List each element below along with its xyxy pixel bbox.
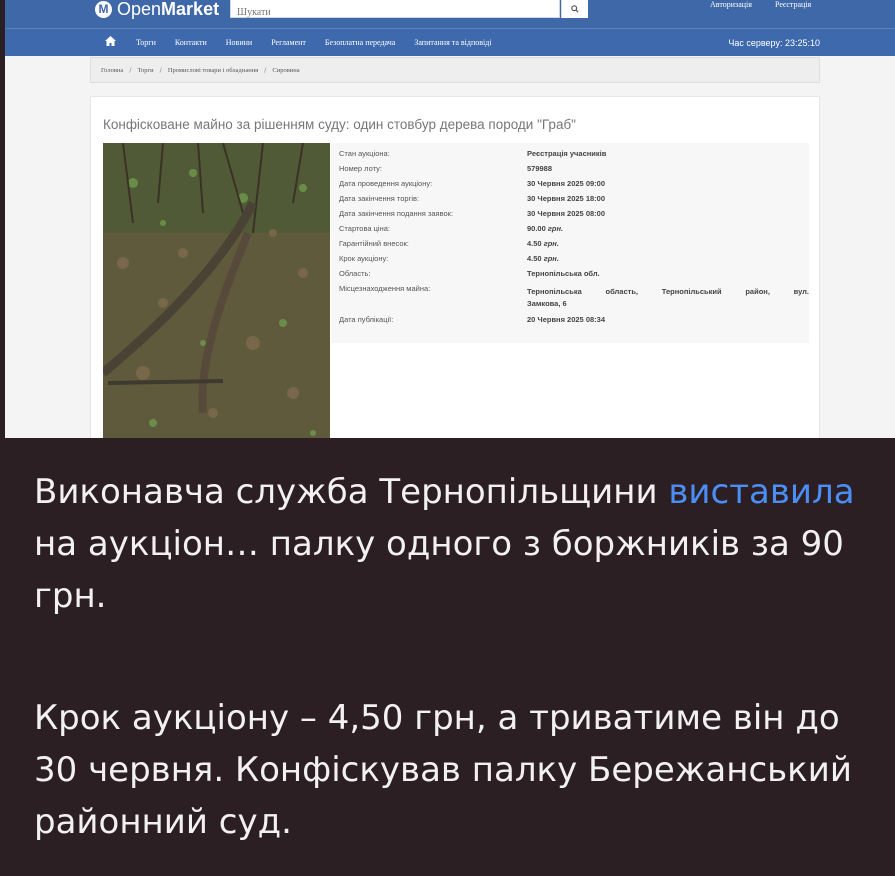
lot-title: Конфісковане майно за рішенням суду: оди… (103, 117, 576, 132)
detail-label: Крок аукціону: (339, 254, 389, 263)
breadcrumb: Головна / Торги / Промислові товари і об… (90, 57, 820, 83)
server-time: Час серверу: 23:25:10 (728, 37, 820, 48)
detail-label: Стан аукціона: (339, 149, 390, 158)
search-button[interactable] (561, 0, 588, 18)
detail-label: Дата проведення аукціону: (339, 179, 433, 188)
nav-item-faq[interactable]: Запитання та відповіді (414, 38, 491, 47)
detail-value: 4.50 грн. (527, 254, 559, 263)
top-bar: M Open Market Авторизація Реєстрація (5, 0, 895, 28)
caption-link[interactable]: виставила (668, 472, 854, 512)
detail-value: Тернопільська обл. (527, 269, 600, 278)
detail-label: Дата закінчення торгів: (339, 194, 420, 203)
detail-value: 20 Червня 2025 08:34 (527, 315, 605, 324)
detail-value: 4.50 грн. (527, 239, 559, 248)
lot-panel: Конфісковане майно за рішенням суду: оди… (90, 96, 820, 438)
detail-value-continued: Замкова, 6 (527, 299, 567, 308)
breadcrumb-separator: / (159, 66, 162, 74)
detail-label: Гарантійний внесок: (339, 239, 409, 248)
search-box (230, 0, 563, 21)
caption-overlay: Виконавча служба Тернопільщини виставила… (0, 438, 895, 876)
breadcrumb-current: Сировина (272, 66, 300, 74)
nav-item-regulations[interactable]: Регламент (271, 38, 306, 47)
breadcrumb-separator: / (264, 66, 267, 74)
breadcrumb-separator: / (129, 66, 132, 74)
nav-item-free-transfer[interactable]: Безоплатна передача (325, 38, 395, 47)
detail-label: Дата закінчення подання заявок: (339, 209, 454, 218)
lot-photo[interactable] (103, 143, 330, 438)
breadcrumb-home[interactable]: Головна (101, 67, 123, 74)
search-input[interactable] (231, 4, 563, 21)
breadcrumb-auctions[interactable]: Торги (137, 67, 153, 74)
detail-label: Область: (339, 269, 371, 278)
breadcrumb-category[interactable]: Промислові товари і обладнання (168, 67, 258, 74)
detail-value: Реєстрація учасників (527, 149, 607, 158)
search-icon (571, 5, 579, 13)
caption-paragraph-2: Крок аукціону – 4,50 грн, а триватиме ві… (34, 698, 852, 842)
site-logo[interactable]: M Open Market (95, 0, 220, 19)
detail-label: Дата публікації: (339, 315, 394, 324)
nav-item-news[interactable]: Новини (226, 38, 252, 47)
detail-value: 30 Червня 2025 18:00 (527, 194, 605, 203)
logo-text-bold: Market (161, 0, 220, 19)
login-link[interactable]: Авторизація (710, 0, 752, 9)
nav-item-auctions[interactable]: Торги (136, 38, 156, 47)
detail-label: Місцезнаходження майна: (339, 284, 431, 293)
detail-value: 30 Червня 2025 08:00 (527, 209, 605, 218)
detail-value: Тернопільська область, Тернопільський ра… (527, 287, 809, 296)
detail-label: Номер лоту: (339, 164, 382, 173)
caption-paragraph-1: Виконавча служба Тернопільщини виставила… (34, 472, 855, 616)
logo-text-light: Open (117, 0, 162, 19)
detail-value: 30 Червня 2025 09:00 (527, 179, 605, 188)
lot-details-table: Стан аукціона: Реєстрація учасників Номе… (331, 143, 809, 343)
home-icon[interactable] (105, 36, 116, 49)
detail-value: 579988 (527, 164, 553, 173)
nav-item-contacts[interactable]: Контакти (175, 38, 207, 47)
logo-mark-icon: M (95, 0, 112, 18)
auction-page-screenshot: M Open Market Авторизація Реєстрація Тор… (5, 0, 895, 438)
main-navbar: Торги Контакти Новини Регламент Безоплат… (5, 28, 895, 56)
register-link[interactable]: Реєстрація (775, 0, 811, 9)
detail-value: 90.00 грн. (527, 224, 564, 233)
detail-label: Стартова ціна: (339, 224, 390, 233)
